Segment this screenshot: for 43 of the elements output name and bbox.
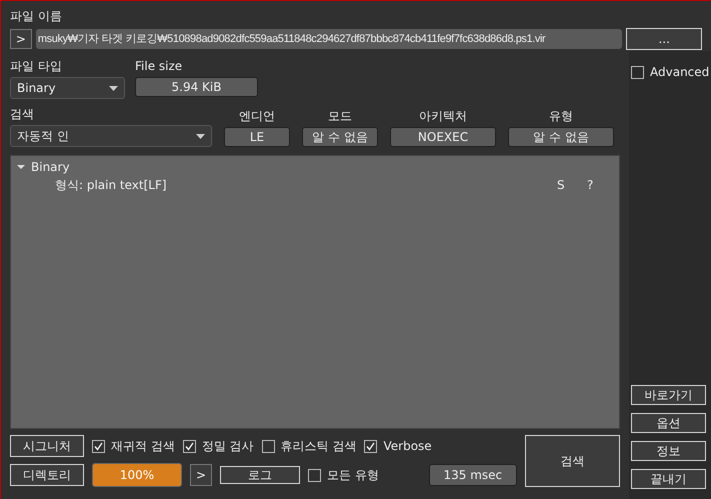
- side-button[interactable]: 옵션: [631, 413, 706, 433]
- field-label: File size: [135, 58, 184, 75]
- field-label: 유형: [549, 108, 573, 125]
- info-value: 알 수 없음: [508, 127, 614, 147]
- field-label: 파일 이름: [10, 8, 63, 25]
- field-label: 엔디언: [239, 108, 275, 125]
- field-label: 파일 타입: [10, 58, 63, 75]
- checkbox[interactable]: Verbose: [364, 437, 432, 455]
- checkbox[interactable]: 정밀 검사: [182, 437, 254, 455]
- scan-button[interactable]: 검색: [524, 435, 620, 487]
- progress-text: 100%: [118, 467, 156, 484]
- collapse-icon: [17, 163, 25, 171]
- info-value: NOEXEC: [390, 127, 496, 147]
- info-value: LE: [224, 127, 290, 147]
- browse-button[interactable]: ...: [626, 28, 702, 50]
- field-label: 검색: [10, 106, 35, 123]
- elapsed-time: 135 msec: [428, 464, 517, 486]
- checkbox[interactable]: 모든 유형: [308, 466, 379, 484]
- info-value: 알 수 없음: [302, 127, 378, 147]
- side-button[interactable]: 끝내기: [631, 469, 706, 489]
- log-button[interactable]: 로그: [220, 466, 300, 484]
- expand-button[interactable]: >: [10, 29, 32, 49]
- checkbox[interactable]: 휴리스틱 검색: [262, 437, 356, 455]
- tree-node[interactable]: Binary: [11, 158, 619, 176]
- checkbox[interactable]: 재귀적 검색: [92, 437, 175, 455]
- checkmark-icon: [94, 442, 103, 450]
- next-button[interactable]: >: [190, 464, 212, 486]
- field-label: 모드: [328, 108, 352, 125]
- tree-row[interactable]: 형식: plain text[LF] S ?: [11, 176, 619, 194]
- dropdown[interactable]: Binary: [10, 77, 125, 99]
- checkmark-icon: [184, 442, 194, 450]
- file-size-value: 5.94 KiB: [135, 77, 258, 97]
- checkbox[interactable]: Advanced: [631, 63, 710, 81]
- signature-button[interactable]: 시그니처: [10, 435, 84, 457]
- field-label: 아키텍처: [419, 108, 467, 125]
- checkmark-icon: [366, 442, 376, 450]
- file-path-field[interactable]: msuky₩기자 타겟 키로깅₩510898ad9082dfc559aa511848c294627df87bbbc874cb411fe9f7fc638d86d8.ps1.vir: [36, 29, 622, 49]
- caret-icon: [196, 134, 205, 138]
- side-button[interactable]: 정보: [631, 441, 706, 461]
- caret-icon: [109, 86, 118, 90]
- side-button[interactable]: 바로가기: [631, 385, 706, 405]
- directory-button[interactable]: 디렉토리: [10, 464, 84, 486]
- dropdown[interactable]: 자동적 인: [10, 125, 212, 147]
